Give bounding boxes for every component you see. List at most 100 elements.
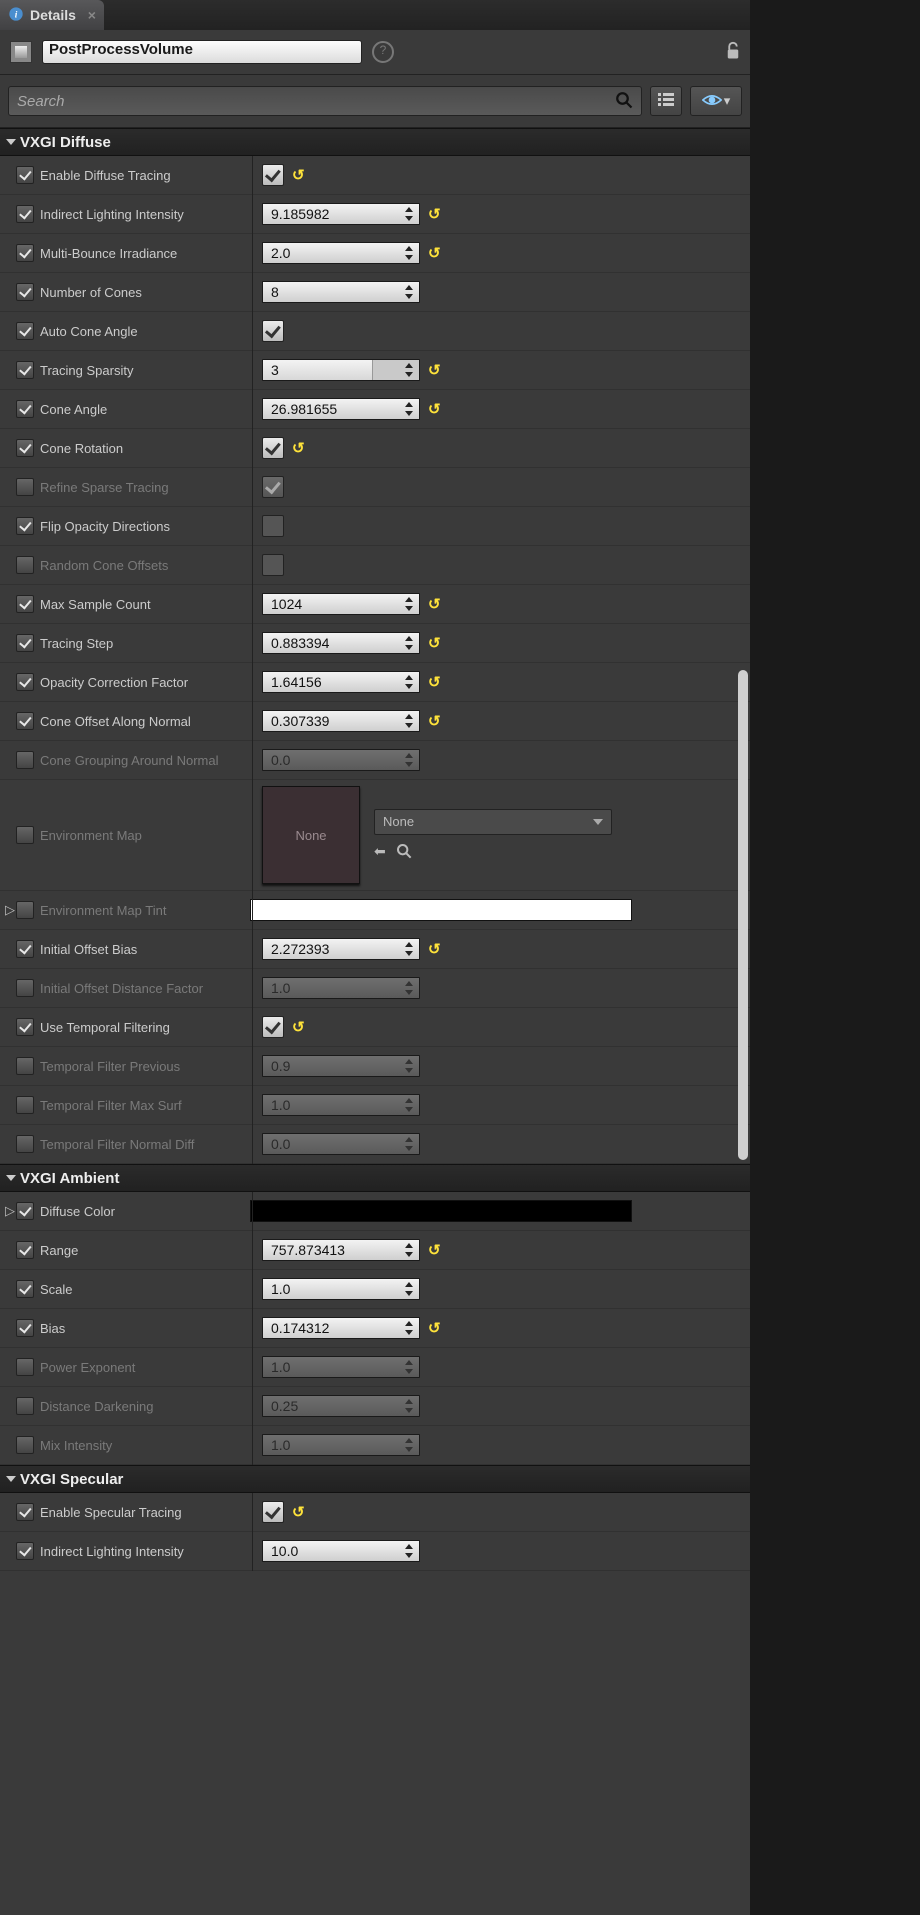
reset-icon[interactable]: ↺ (428, 712, 441, 730)
scrollbar-thumb[interactable] (738, 670, 748, 1160)
override-checkbox[interactable] (16, 673, 34, 691)
value-spinbox[interactable]: 2.272393 (262, 938, 420, 960)
close-icon[interactable]: × (88, 7, 96, 23)
reset-icon[interactable]: ↺ (292, 1503, 305, 1521)
reset-icon[interactable]: ↺ (428, 205, 441, 223)
override-checkbox[interactable] (16, 1436, 34, 1454)
value-spinbox[interactable]: 0.883394 (262, 632, 420, 654)
spinner-icon[interactable] (403, 1545, 415, 1557)
override-checkbox[interactable] (16, 751, 34, 769)
value-spinbox[interactable]: 1.64156 (262, 671, 420, 693)
value-spinbox[interactable]: 9.185982 (262, 203, 420, 225)
value-checkbox[interactable] (262, 164, 284, 186)
reset-icon[interactable]: ↺ (428, 1241, 441, 1259)
value-spinbox[interactable]: 1.0 (262, 1434, 420, 1456)
value-checkbox[interactable] (262, 554, 284, 576)
view-options-button[interactable]: ▾ (690, 86, 742, 116)
value-spinbox[interactable]: 8 (262, 281, 420, 303)
value-slider[interactable]: 3 (262, 359, 420, 381)
override-checkbox[interactable] (16, 826, 34, 844)
spinner-icon[interactable] (403, 364, 415, 376)
override-checkbox[interactable] (16, 1503, 34, 1521)
reset-icon[interactable]: ↺ (292, 1018, 305, 1036)
override-checkbox[interactable] (16, 1135, 34, 1153)
value-spinbox[interactable]: 0.174312 (262, 1317, 420, 1339)
asset-thumbnail[interactable]: None (262, 786, 360, 884)
override-checkbox[interactable] (16, 283, 34, 301)
value-checkbox[interactable] (262, 515, 284, 537)
category-vxgi-ambient[interactable]: VXGI Ambient (0, 1164, 750, 1192)
override-checkbox[interactable] (16, 517, 34, 535)
override-checkbox[interactable] (16, 556, 34, 574)
component-name-input[interactable]: PostProcessVolume (42, 40, 362, 64)
override-checkbox[interactable] (16, 979, 34, 997)
reset-icon[interactable]: ↺ (428, 940, 441, 958)
override-checkbox[interactable] (16, 901, 34, 919)
value-checkbox[interactable] (262, 1501, 284, 1523)
spinner-icon[interactable] (403, 1138, 415, 1150)
lock-icon[interactable] (724, 40, 742, 65)
value-spinbox[interactable]: 0.25 (262, 1395, 420, 1417)
override-checkbox[interactable] (16, 1018, 34, 1036)
spinner-icon[interactable] (403, 1244, 415, 1256)
reset-icon[interactable]: ↺ (428, 244, 441, 262)
spinner-icon[interactable] (403, 1322, 415, 1334)
browse-icon[interactable] (396, 843, 412, 862)
spinner-icon[interactable] (403, 1283, 415, 1295)
spinner-icon[interactable] (403, 982, 415, 994)
value-spinbox[interactable]: 1.0 (262, 1356, 420, 1378)
override-checkbox[interactable] (16, 1280, 34, 1298)
category-vxgi-diffuse[interactable]: VXGI Diffuse (0, 128, 750, 156)
spinner-icon[interactable] (403, 1439, 415, 1451)
value-checkbox[interactable] (262, 1016, 284, 1038)
override-checkbox[interactable] (16, 712, 34, 730)
spinner-icon[interactable] (403, 715, 415, 727)
override-checkbox[interactable] (16, 166, 34, 184)
help-icon[interactable]: ? (372, 41, 394, 63)
override-checkbox[interactable] (16, 439, 34, 457)
override-checkbox[interactable] (16, 1202, 34, 1220)
reset-icon[interactable]: ↺ (428, 634, 441, 652)
reset-icon[interactable]: ↺ (292, 439, 305, 457)
spinner-icon[interactable] (403, 1060, 415, 1072)
value-spinbox[interactable]: 1.0 (262, 977, 420, 999)
spinner-icon[interactable] (403, 286, 415, 298)
value-spinbox[interactable]: 0.307339 (262, 710, 420, 732)
category-vxgi-specular[interactable]: VXGI Specular (0, 1465, 750, 1493)
tab-details[interactable]: i Details × (0, 0, 104, 30)
color-swatch[interactable] (250, 899, 632, 921)
override-checkbox[interactable] (16, 361, 34, 379)
reset-icon[interactable]: ↺ (428, 595, 441, 613)
value-spinbox[interactable]: 10.0 (262, 1540, 420, 1562)
expand-icon[interactable]: ▷ (4, 1203, 16, 1219)
spinner-icon[interactable] (403, 1400, 415, 1412)
override-checkbox[interactable] (16, 1057, 34, 1075)
value-spinbox[interactable]: 0.0 (262, 749, 420, 771)
asset-dropdown[interactable]: None (374, 809, 612, 835)
override-checkbox[interactable] (16, 478, 34, 496)
spinner-icon[interactable] (403, 247, 415, 259)
color-swatch[interactable] (250, 1200, 632, 1222)
search-input[interactable]: Search (8, 86, 642, 116)
reset-icon[interactable]: ↺ (428, 1319, 441, 1337)
spinner-icon[interactable] (403, 208, 415, 220)
value-spinbox[interactable]: 26.981655 (262, 398, 420, 420)
value-spinbox[interactable]: 2.0 (262, 242, 420, 264)
spinner-icon[interactable] (403, 598, 415, 610)
spinner-icon[interactable] (403, 754, 415, 766)
override-checkbox[interactable] (16, 1319, 34, 1337)
override-checkbox[interactable] (16, 322, 34, 340)
override-checkbox[interactable] (16, 940, 34, 958)
use-selected-icon[interactable]: ⬅ (374, 843, 386, 862)
override-checkbox[interactable] (16, 205, 34, 223)
spinner-icon[interactable] (403, 943, 415, 955)
value-checkbox[interactable] (262, 476, 284, 498)
value-spinbox[interactable]: 1.0 (262, 1094, 420, 1116)
reset-icon[interactable]: ↺ (292, 166, 305, 184)
spinner-icon[interactable] (403, 676, 415, 688)
value-checkbox[interactable] (262, 437, 284, 459)
reset-icon[interactable]: ↺ (428, 400, 441, 418)
value-spinbox[interactable]: 0.0 (262, 1133, 420, 1155)
override-checkbox[interactable] (16, 1096, 34, 1114)
override-checkbox[interactable] (16, 595, 34, 613)
